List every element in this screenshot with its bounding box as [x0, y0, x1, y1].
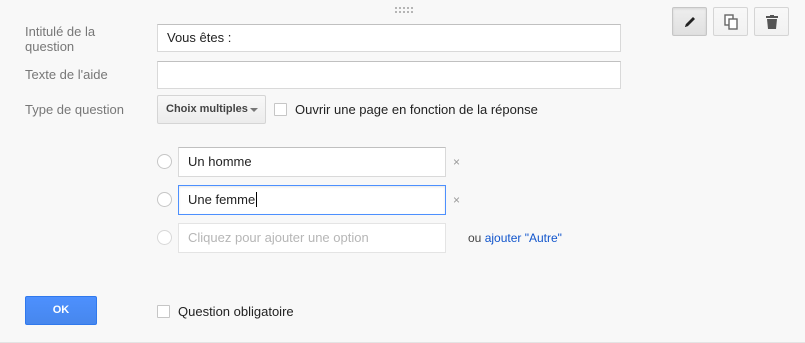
question-type-label: Type de question — [25, 102, 125, 117]
option-input[interactable]: Un homme — [178, 147, 446, 177]
chevron-down-icon — [250, 108, 258, 112]
option-radio — [157, 230, 172, 245]
required-checkbox[interactable] — [157, 305, 170, 318]
duplicate-icon — [723, 13, 738, 30]
trash-icon — [765, 14, 778, 29]
option-radio — [157, 154, 172, 169]
remove-option-icon[interactable]: × — [453, 156, 460, 168]
add-other-link[interactable]: ajouter "Autre" — [485, 231, 562, 245]
drag-handle-icon[interactable] — [395, 7, 417, 17]
question-editor-panel: Intitulé de la question Vous êtes : Text… — [0, 0, 805, 343]
text-caret — [256, 192, 258, 207]
question-title-input[interactable]: Vous êtes : — [157, 24, 621, 52]
delete-button[interactable] — [754, 7, 789, 36]
or-text: ou — [468, 231, 485, 245]
question-type-select[interactable]: Choix multiples — [157, 95, 266, 124]
question-type-value: Choix multiples — [166, 103, 248, 115]
duplicate-button[interactable] — [713, 7, 748, 36]
option-radio — [157, 192, 172, 207]
help-text-input[interactable] — [157, 61, 621, 89]
question-title-label: Intitulé de la question — [25, 24, 96, 54]
edit-button[interactable] — [672, 7, 707, 36]
ok-button[interactable]: OK — [25, 296, 97, 325]
add-other-text: ou ajouter "Autre" — [468, 231, 562, 245]
option-input[interactable]: Une femme — [178, 185, 446, 215]
add-option-input[interactable]: Cliquez pour ajouter une option — [178, 223, 446, 253]
pencil-icon — [684, 16, 695, 27]
remove-option-icon[interactable]: × — [453, 194, 460, 206]
page-branch-label: Ouvrir une page en fonction de la répons… — [295, 102, 538, 117]
page-branch-checkbox[interactable] — [274, 103, 287, 116]
required-label: Question obligatoire — [178, 304, 294, 319]
help-text-label: Texte de l'aide — [25, 67, 108, 82]
